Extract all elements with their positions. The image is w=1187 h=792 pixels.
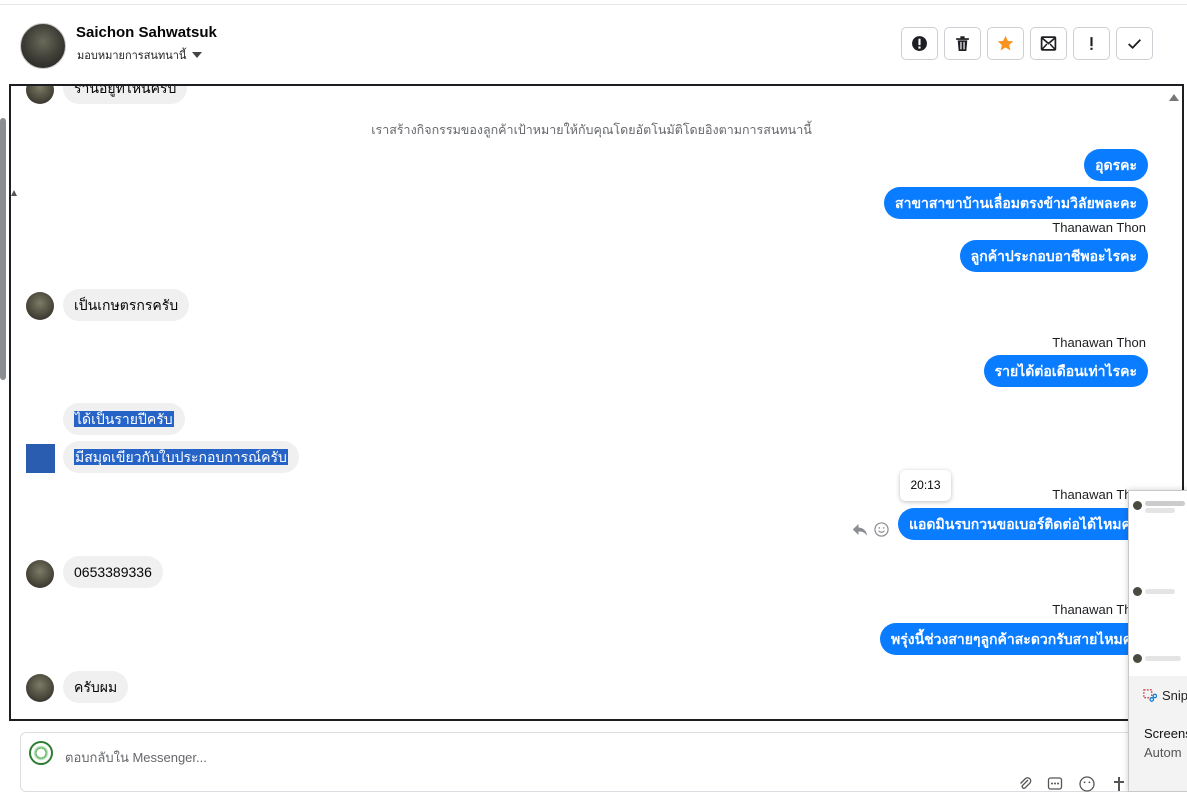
contact-avatar-small	[26, 86, 54, 104]
incoming-message[interactable]: ครับผม	[63, 671, 129, 703]
vertical-scrollbar[interactable]	[0, 118, 6, 380]
contact-avatar[interactable]	[20, 23, 66, 69]
incoming-message[interactable]: ร้านอยู่ที่ไหนครับ	[63, 86, 188, 104]
more-tools-icon[interactable]	[1111, 776, 1127, 792]
mark-unread-button[interactable]	[1030, 27, 1067, 60]
selected-text: มีสมุดเขียวกับใบประกอบการณ์ครับ	[74, 449, 288, 465]
contact-avatar-small-selected	[26, 444, 55, 473]
saved-reply-icon[interactable]	[1047, 776, 1063, 792]
mark-spam-button[interactable]	[901, 27, 938, 60]
assign-conversation-dropdown[interactable]: มอบหมายการสนทนานี้	[77, 46, 203, 64]
scissors-icon	[1143, 688, 1157, 702]
notification-body: Snip Screens Autom	[1129, 676, 1187, 791]
message-thread[interactable]: ร้านอยู่ที่ไหนครับ เราสร้างกิจกรรมของลูก…	[9, 84, 1184, 721]
scroll-left-arrow[interactable]	[11, 190, 17, 196]
selected-text: ได้เป็นรายปีครับ	[74, 411, 174, 427]
snip-app-name: Snip	[1162, 688, 1187, 703]
contact-name[interactable]: Saichon Sahwatsuk	[76, 24, 217, 41]
done-check-icon	[1128, 39, 1141, 50]
emoji-reaction-icon[interactable]	[874, 522, 889, 537]
attachment-icon[interactable]	[1017, 776, 1033, 792]
contact-avatar-small	[26, 674, 54, 702]
incoming-message[interactable]: เป็นเกษตรกรครับ	[63, 289, 190, 321]
thumb-avatar	[1133, 654, 1142, 663]
notification-title: Screens	[1144, 726, 1187, 741]
page-avatar	[29, 741, 53, 765]
incoming-message[interactable]: ได้เป็นรายปีครับ	[63, 403, 185, 435]
outgoing-message[interactable]: อุดรคะ	[1084, 149, 1148, 181]
sender-name: Thanawan Thon	[1052, 335, 1146, 350]
mark-unread-icon	[1040, 36, 1057, 51]
thumb-line	[1145, 656, 1181, 661]
outgoing-message[interactable]: แอดมินรบกวนขอเบอร์ติดต่อได้ไหมคะ	[898, 508, 1150, 540]
reply-input[interactable]: ตอบกลับใน Messenger...	[65, 747, 207, 768]
reply-icon[interactable]	[852, 523, 868, 537]
outgoing-message[interactable]: สาขาสาขาบ้านเลื่อมตรงข้ามวิลัยพละคะ	[884, 187, 1148, 219]
header-actions	[901, 27, 1153, 60]
follow-up-icon	[1090, 37, 1093, 50]
reply-composer[interactable]: ตอบกลับใน Messenger...	[20, 732, 1187, 792]
thumb-line	[1145, 589, 1175, 594]
timestamp-tooltip: 20:13	[900, 470, 951, 501]
thumb-avatar	[1133, 501, 1142, 510]
trash-icon	[956, 36, 969, 51]
chevron-down-icon	[192, 52, 203, 58]
outgoing-message[interactable]: รายได้ต่อเดือนเท่าไรคะ	[983, 355, 1148, 387]
sender-name: Thanawan Thon	[1052, 220, 1146, 235]
system-message: เราสร้างกิจกรรมของลูกค้าเป้าหมายให้กับคุ…	[371, 123, 812, 137]
notification-subtitle: Autom	[1144, 745, 1182, 760]
scroll-up-arrow[interactable]	[1169, 94, 1179, 101]
emoji-icon[interactable]	[1079, 776, 1095, 792]
conversation-header: Saichon Sahwatsuk มอบหมายการสนทนานี้	[0, 5, 1187, 83]
thumb-line	[1145, 508, 1175, 513]
follow-up-button[interactable]	[1073, 27, 1110, 60]
screenshot-thumbnail[interactable]	[1129, 491, 1187, 677]
star-button[interactable]	[987, 27, 1024, 60]
contact-avatar-small	[26, 560, 54, 588]
thumb-line	[1145, 501, 1185, 506]
outgoing-message[interactable]: ลูกค้าประกอบอาชีพอะไรคะ	[959, 240, 1148, 272]
outgoing-message[interactable]: พรุ่งนี้ช่วงสายๆลูกค้าสะดวกรับสายไหมคะ	[880, 623, 1151, 655]
snip-app-label: Snip	[1143, 688, 1187, 703]
incoming-message[interactable]: มีสมุดเขียวกับใบประกอบการณ์ครับ	[63, 441, 299, 473]
star-icon	[997, 35, 1014, 51]
delete-button[interactable]	[944, 27, 981, 60]
thumb-avatar	[1133, 587, 1142, 596]
contact-avatar-small	[26, 292, 54, 320]
mark-done-button[interactable]	[1116, 27, 1153, 60]
assign-label: มอบหมายการสนทนานี้	[77, 50, 187, 62]
snipping-tool-notification[interactable]: Snip Screens Autom	[1128, 490, 1187, 792]
incoming-message[interactable]: 0653389336	[63, 556, 163, 588]
spam-icon	[912, 36, 927, 51]
